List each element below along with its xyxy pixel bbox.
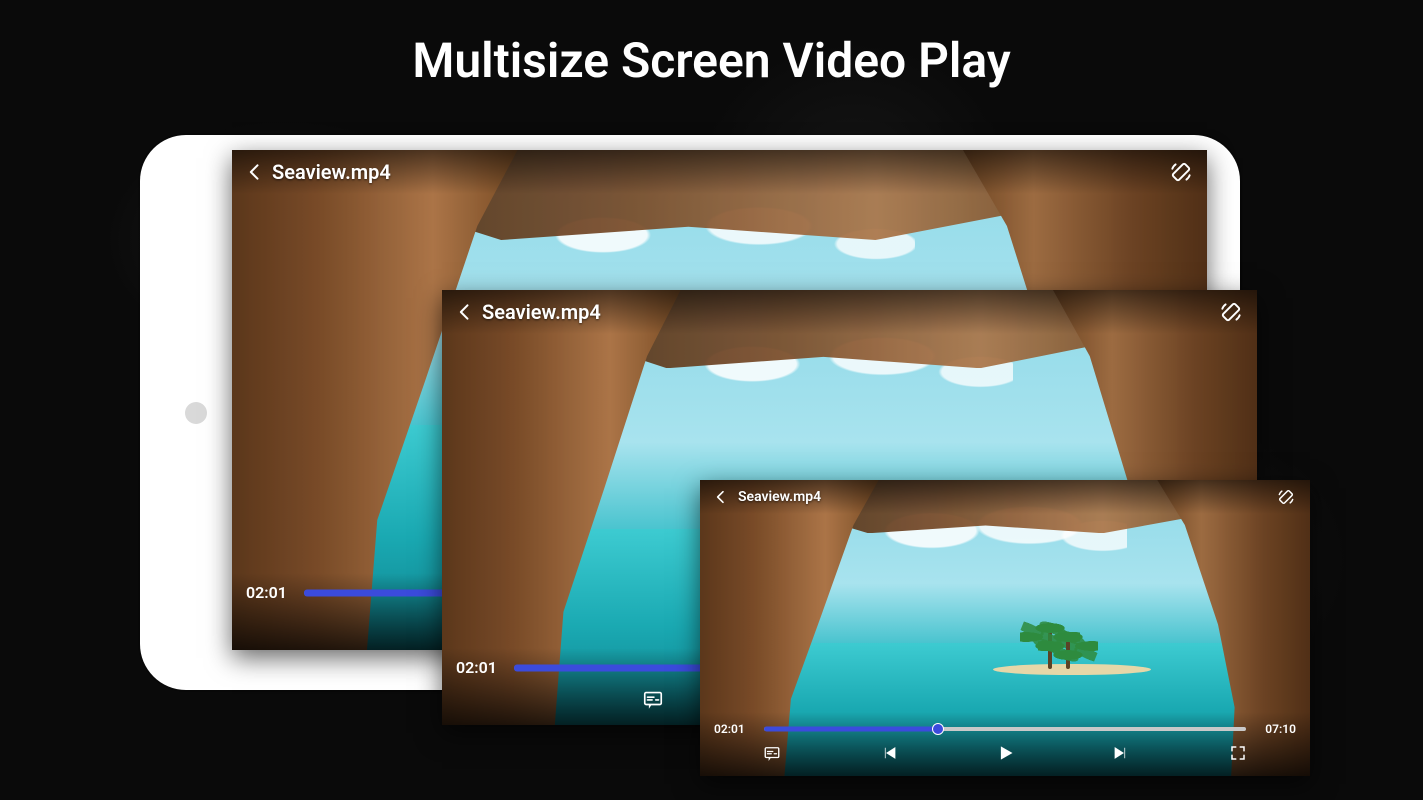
- subtitles-icon: [763, 744, 781, 762]
- rotate-button[interactable]: [1167, 158, 1195, 186]
- back-button[interactable]: [244, 161, 266, 183]
- phone-camera-dot: [185, 402, 207, 424]
- page-title: Multisize Screen Video Play: [0, 32, 1423, 89]
- player-topbar: Seaview.mp4: [442, 290, 1257, 334]
- video-title: Seaview.mp4: [482, 300, 601, 324]
- rotate-screen-icon: [1168, 159, 1194, 185]
- player-small: Seaview.mp4 02:01 07:10: [700, 480, 1310, 776]
- current-time: 02:01: [456, 658, 504, 677]
- rotate-screen-icon: [1276, 487, 1296, 507]
- fullscreen-icon: [1229, 744, 1247, 762]
- fullscreen-button[interactable]: [1227, 742, 1249, 764]
- rotate-button[interactable]: [1272, 483, 1300, 511]
- play-icon: [996, 744, 1014, 762]
- play-button[interactable]: [994, 742, 1016, 764]
- rotate-screen-icon: [1218, 299, 1244, 325]
- total-time: 07:10: [1256, 722, 1296, 736]
- back-button[interactable]: [454, 301, 476, 323]
- back-button[interactable]: [710, 486, 732, 508]
- video-title: Seaview.mp4: [738, 489, 821, 505]
- next-button[interactable]: [1110, 742, 1132, 764]
- player-bottombar: 02:01 07:10: [700, 712, 1310, 776]
- rotate-button[interactable]: [1217, 298, 1245, 326]
- video-title: Seaview.mp4: [272, 160, 391, 184]
- player-topbar: Seaview.mp4: [232, 150, 1207, 194]
- subtitles-button[interactable]: [639, 685, 667, 713]
- player-topbar: Seaview.mp4: [700, 480, 1310, 514]
- next-track-icon: [1112, 744, 1130, 762]
- previous-track-icon: [880, 744, 898, 762]
- subtitles-button[interactable]: [761, 742, 783, 764]
- current-time: 02:01: [714, 722, 754, 736]
- back-chevron-icon: [245, 162, 265, 182]
- back-chevron-icon: [713, 489, 729, 505]
- previous-button[interactable]: [878, 742, 900, 764]
- back-chevron-icon: [455, 302, 475, 322]
- seek-bar[interactable]: [764, 723, 1246, 735]
- current-time: 02:01: [246, 583, 294, 602]
- subtitles-icon: [642, 688, 664, 710]
